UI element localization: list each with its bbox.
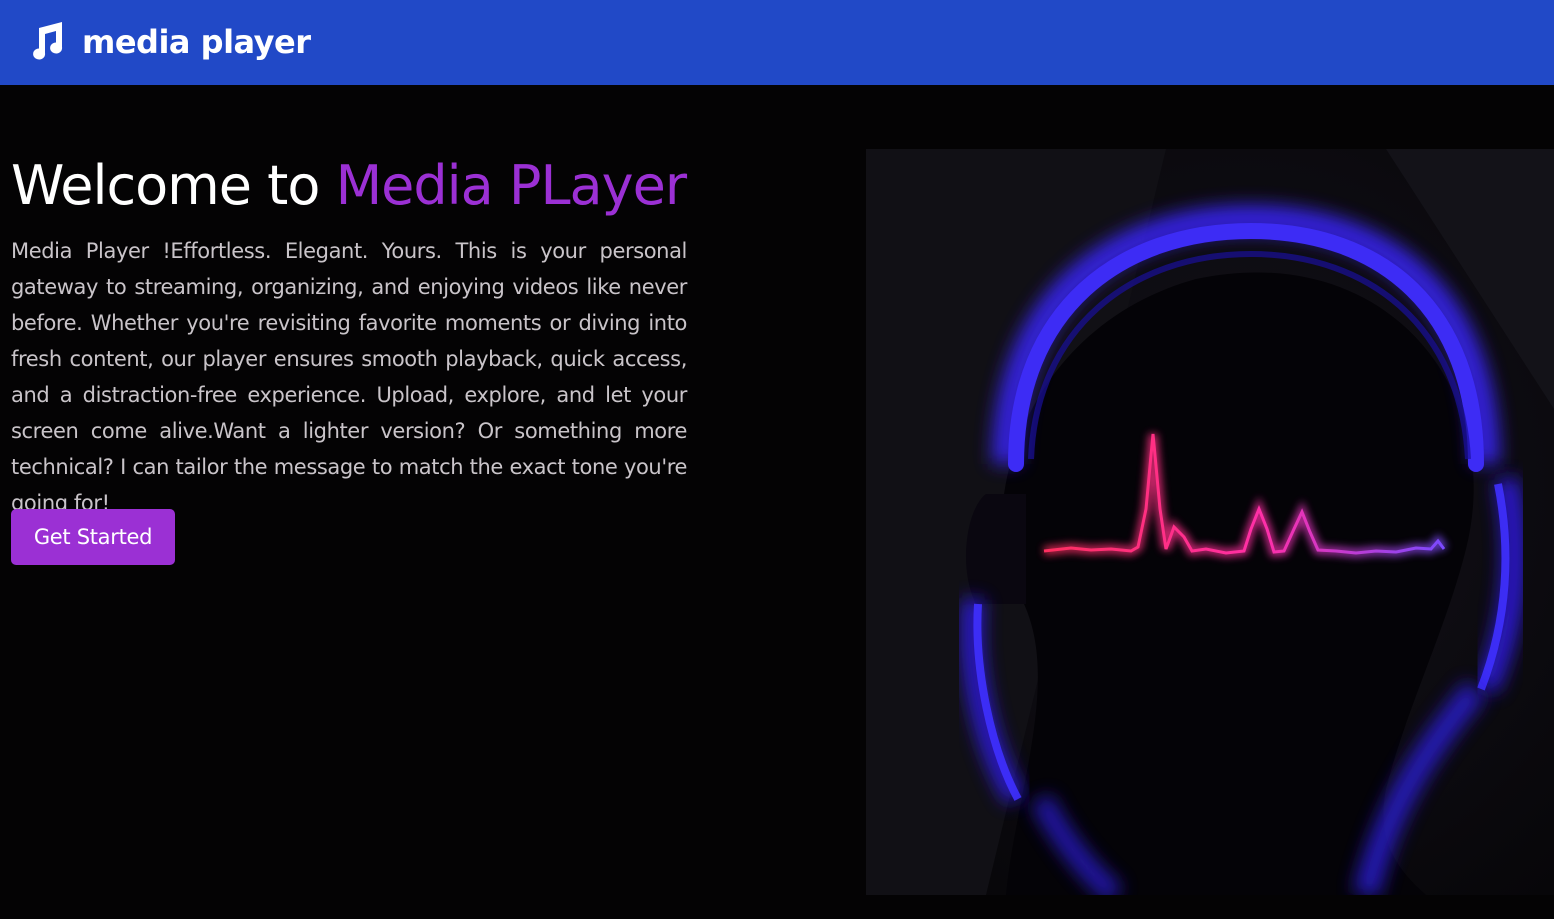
hero-title: Welcome to Media PLayer [11, 152, 687, 220]
headphones-illustration [866, 149, 1554, 895]
hero-description: Media Player !Effortless. Elegant. Yours… [11, 239, 687, 515]
get-started-button[interactable]: Get Started [11, 509, 175, 565]
hero-title-prefix: Welcome to [11, 154, 336, 217]
top-navbar: media player [0, 0, 1554, 85]
brand-name[interactable]: media player [82, 22, 311, 62]
hero-section: Welcome to Media PLayer Media Player !Ef… [0, 85, 1554, 919]
hero-title-accent: Media PLayer [335, 154, 687, 217]
music-note-icon[interactable] [26, 21, 66, 61]
